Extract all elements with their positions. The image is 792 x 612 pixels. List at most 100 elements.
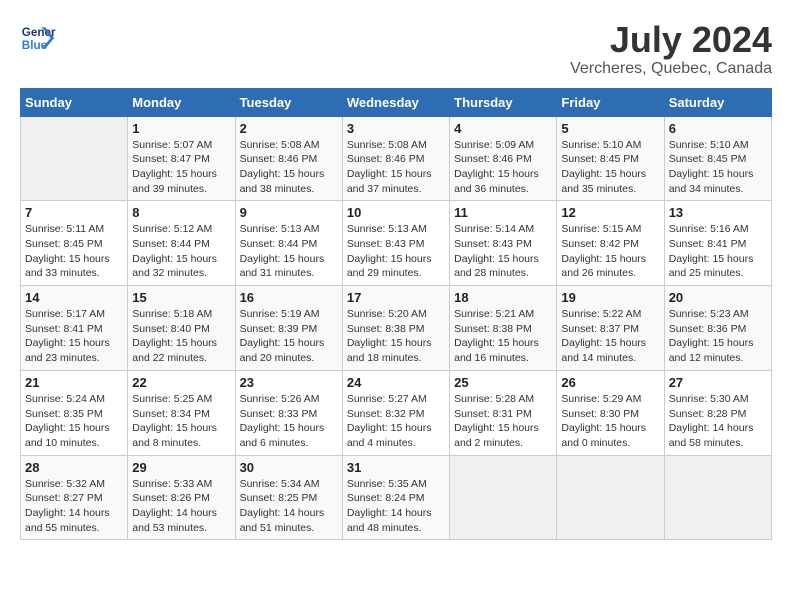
day-number: 28 [25,460,123,475]
column-header-friday: Friday [557,88,664,116]
calendar-table: SundayMondayTuesdayWednesdayThursdayFrid… [20,88,772,541]
calendar-cell: 6Sunrise: 5:10 AMSunset: 8:45 PMDaylight… [664,116,771,201]
day-info: Sunrise: 5:21 AMSunset: 8:38 PMDaylight:… [454,307,552,366]
day-number: 8 [132,205,230,220]
day-number: 3 [347,121,445,136]
calendar-cell: 16 Sunrise: 5:19 AMSunset: 8:39 PMDayligh… [235,286,342,371]
day-number: 13 [669,205,767,220]
day-number: 2 [240,121,338,136]
day-info: Sunrise: 5:34 AMSunset: 8:25 PMDaylight:… [240,477,338,536]
calendar-cell [557,455,664,540]
calendar-cell: 3 Sunrise: 5:08 AMSunset: 8:46 PMDaylight… [342,116,449,201]
calendar-cell: 8Sunrise: 5:12 AMSunset: 8:44 PMDaylight… [128,201,235,286]
week-row-3: 14 Sunrise: 5:17 AMSunset: 8:41 PMDayligh… [21,286,772,371]
day-number: 18 [454,290,552,305]
day-info: Sunrise: 5:10 AMSunset: 8:45 PMDaylight:… [561,138,659,197]
day-info: Sunrise: 5:15 AMSunset: 8:42 PMDaylight:… [561,222,659,281]
logo-icon: General Blue [20,20,56,56]
day-number: 19 [561,290,659,305]
day-number: 30 [240,460,338,475]
day-info: Sunrise: 5:08 AMSunset: 8:46 PMDaylight:… [347,138,445,197]
day-number: 15 [132,290,230,305]
day-number: 7 [25,205,123,220]
day-info: Sunrise: 5:08 AMSunset: 8:46 PMDaylight:… [240,138,338,197]
day-number: 6 [669,121,767,136]
day-info: Sunrise: 5:18 AMSunset: 8:40 PMDaylight:… [132,307,230,366]
calendar-cell: 24 Sunrise: 5:27 AMSunset: 8:32 PMDayligh… [342,370,449,455]
calendar-cell: 11 Sunrise: 5:14 AMSunset: 8:43 PMDayligh… [450,201,557,286]
day-info: Sunrise: 5:35 AMSunset: 8:24 PMDaylight:… [347,477,445,536]
calendar-cell: 23 Sunrise: 5:26 AMSunset: 8:33 PMDayligh… [235,370,342,455]
day-info: Sunrise: 5:26 AMSunset: 8:33 PMDaylight:… [240,392,338,451]
day-number: 4 [454,121,552,136]
calendar-cell: 17Sunrise: 5:20 AMSunset: 8:38 PMDayligh… [342,286,449,371]
day-info: Sunrise: 5:14 AMSunset: 8:43 PMDaylight:… [454,222,552,281]
day-info: Sunrise: 5:33 AMSunset: 8:26 PMDaylight:… [132,477,230,536]
day-info: Sunrise: 5:24 AMSunset: 8:35 PMDaylight:… [25,392,123,451]
day-number: 24 [347,375,445,390]
day-number: 21 [25,375,123,390]
day-info: Sunrise: 5:16 AMSunset: 8:41 PMDaylight:… [669,222,767,281]
week-row-1: 1 Sunrise: 5:07 AMSunset: 8:47 PMDaylight… [21,116,772,201]
subtitle: Vercheres, Quebec, Canada [570,60,772,78]
day-number: 10 [347,205,445,220]
day-info: Sunrise: 5:22 AMSunset: 8:37 PMDaylight:… [561,307,659,366]
calendar-cell: 13 Sunrise: 5:16 AMSunset: 8:41 PMDayligh… [664,201,771,286]
day-info: Sunrise: 5:07 AMSunset: 8:47 PMDaylight:… [132,138,230,197]
day-number: 12 [561,205,659,220]
day-number: 11 [454,205,552,220]
day-info: Sunrise: 5:27 AMSunset: 8:32 PMDaylight:… [347,392,445,451]
day-info: Sunrise: 5:13 AMSunset: 8:44 PMDaylight:… [240,222,338,281]
day-number: 23 [240,375,338,390]
main-title: July 2024 [570,20,772,60]
calendar-cell: 18 Sunrise: 5:21 AMSunset: 8:38 PMDayligh… [450,286,557,371]
day-info: Sunrise: 5:09 AMSunset: 8:46 PMDaylight:… [454,138,552,197]
day-number: 20 [669,290,767,305]
calendar-cell: 29 Sunrise: 5:33 AMSunset: 8:26 PMDayligh… [128,455,235,540]
header-row: SundayMondayTuesdayWednesdayThursdayFrid… [21,88,772,116]
calendar-cell [21,116,128,201]
calendar-cell: 26Sunrise: 5:29 AMSunset: 8:30 PMDayligh… [557,370,664,455]
week-row-2: 7Sunrise: 5:11 AMSunset: 8:45 PMDaylight… [21,201,772,286]
day-info: Sunrise: 5:28 AMSunset: 8:31 PMDaylight:… [454,392,552,451]
calendar-cell: 10 Sunrise: 5:13 AMSunset: 8:43 PMDayligh… [342,201,449,286]
day-info: Sunrise: 5:13 AMSunset: 8:43 PMDaylight:… [347,222,445,281]
day-info: Sunrise: 5:25 AMSunset: 8:34 PMDaylight:… [132,392,230,451]
day-number: 25 [454,375,552,390]
calendar-cell [664,455,771,540]
day-number: 27 [669,375,767,390]
column-header-sunday: Sunday [21,88,128,116]
title-area: July 2024 Vercheres, Quebec, Canada [570,20,772,78]
day-info: Sunrise: 5:19 AMSunset: 8:39 PMDaylight:… [240,307,338,366]
calendar-cell: 25 Sunrise: 5:28 AMSunset: 8:31 PMDayligh… [450,370,557,455]
column-header-wednesday: Wednesday [342,88,449,116]
column-header-saturday: Saturday [664,88,771,116]
column-header-monday: Monday [128,88,235,116]
calendar-cell: 30 Sunrise: 5:34 AMSunset: 8:25 PMDayligh… [235,455,342,540]
logo: General Blue [20,20,56,56]
calendar-cell: 21 Sunrise: 5:24 AMSunset: 8:35 PMDayligh… [21,370,128,455]
calendar-cell: 12 Sunrise: 5:15 AMSunset: 8:42 PMDayligh… [557,201,664,286]
day-number: 1 [132,121,230,136]
day-number: 31 [347,460,445,475]
calendar-cell: 1 Sunrise: 5:07 AMSunset: 8:47 PMDaylight… [128,116,235,201]
week-row-5: 28Sunrise: 5:32 AMSunset: 8:27 PMDayligh… [21,455,772,540]
day-number: 16 [240,290,338,305]
calendar-cell: 4 Sunrise: 5:09 AMSunset: 8:46 PMDaylight… [450,116,557,201]
day-info: Sunrise: 5:30 AMSunset: 8:28 PMDaylight:… [669,392,767,451]
day-number: 29 [132,460,230,475]
day-number: 5 [561,121,659,136]
calendar-cell: 14 Sunrise: 5:17 AMSunset: 8:41 PMDayligh… [21,286,128,371]
day-number: 14 [25,290,123,305]
day-number: 22 [132,375,230,390]
day-number: 9 [240,205,338,220]
day-number: 26 [561,375,659,390]
calendar-cell: 15 Sunrise: 5:18 AMSunset: 8:40 PMDayligh… [128,286,235,371]
day-info: Sunrise: 5:17 AMSunset: 8:41 PMDaylight:… [25,307,123,366]
calendar-cell: 22 Sunrise: 5:25 AMSunset: 8:34 PMDayligh… [128,370,235,455]
calendar-cell: 27 Sunrise: 5:30 AMSunset: 8:28 PMDayligh… [664,370,771,455]
day-info: Sunrise: 5:20 AMSunset: 8:38 PMDaylight:… [347,307,445,366]
calendar-cell: 19 Sunrise: 5:22 AMSunset: 8:37 PMDayligh… [557,286,664,371]
calendar-cell: 28Sunrise: 5:32 AMSunset: 8:27 PMDayligh… [21,455,128,540]
day-info: Sunrise: 5:23 AMSunset: 8:36 PMDaylight:… [669,307,767,366]
